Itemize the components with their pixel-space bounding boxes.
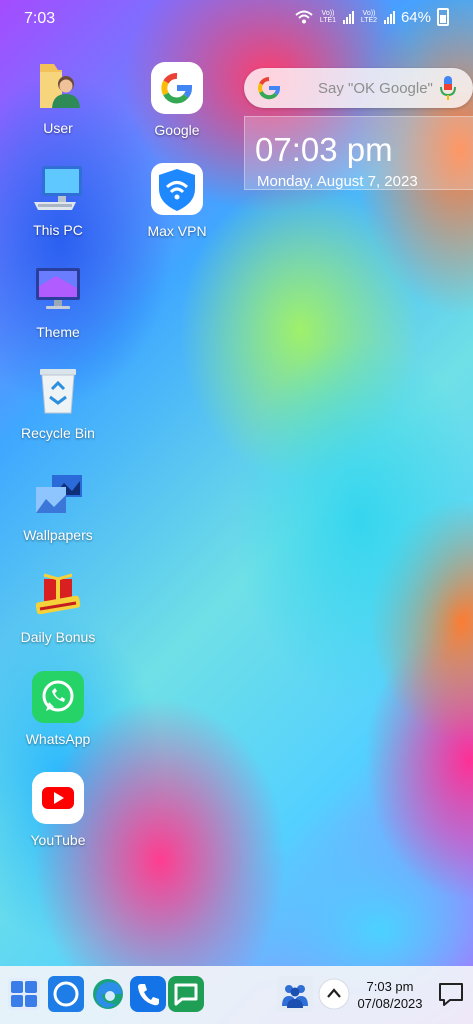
- battery-icon: [437, 8, 449, 26]
- clock-date: Monday, August 7, 2023: [257, 173, 418, 190]
- desktop-icon-label: User: [43, 120, 73, 136]
- desktop-icon-label: Max VPN: [147, 223, 207, 239]
- desktop-icon-wallpapers[interactable]: Wallpapers: [13, 467, 103, 543]
- wallpapers-icon: [32, 467, 84, 519]
- status-time: 7:03: [24, 10, 56, 27]
- people-icon[interactable]: [277, 976, 313, 1012]
- messages-icon[interactable]: [168, 976, 204, 1012]
- sim2-label: Vo)) LTE2: [360, 10, 378, 24]
- taskbar-date: 07/08/2023: [357, 996, 423, 1011]
- google-icon: [151, 62, 203, 114]
- phone-icon[interactable]: [130, 976, 166, 1012]
- taskbar: 7:03 pm 07/08/2023: [0, 966, 473, 1024]
- desktop-icon-label: This PC: [33, 222, 83, 238]
- desktop-icon-recycle-bin[interactable]: Recycle Bin: [13, 365, 103, 441]
- desktop-icon-label: YouTube: [30, 832, 86, 848]
- theme-icon: [32, 264, 84, 316]
- max-vpn-icon: [151, 163, 203, 215]
- desktop-icon-youtube[interactable]: YouTube: [13, 772, 103, 848]
- desktop-icon-label: Wallpapers: [23, 527, 93, 543]
- status-icons: Vo)) LTE1 Vo)) LTE2 64%: [295, 8, 449, 26]
- daily-bonus-icon: [32, 569, 84, 621]
- desktop-icon-this-pc[interactable]: This PC: [13, 162, 103, 238]
- desktop-icon-google[interactable]: Google: [132, 62, 222, 138]
- sim1-label: Vo)) LTE1: [319, 10, 337, 24]
- desktop-icon-user[interactable]: User: [13, 60, 103, 136]
- google-icon: [258, 77, 280, 100]
- status-bar: 7:03 Vo)) LTE1 Vo)) LTE2 64%: [0, 0, 473, 38]
- youtube-icon: [32, 772, 84, 824]
- start-icon[interactable]: [6, 976, 42, 1012]
- taskbar-clock[interactable]: 7:03 pm 07/08/2023: [350, 978, 430, 1012]
- whatsapp-icon: [32, 671, 84, 723]
- desktop-icon-label: Theme: [36, 324, 80, 340]
- wifi-icon: [295, 10, 313, 24]
- chevron-up-icon[interactable]: [318, 978, 350, 1010]
- desktop-icon-label: Google: [154, 122, 200, 138]
- notification-icon[interactable]: [436, 979, 466, 1009]
- desktop-icon-label: Daily Bonus: [20, 629, 96, 645]
- cortana-icon[interactable]: [48, 976, 84, 1012]
- taskbar-time: 7:03 pm: [366, 979, 414, 994]
- user-folder-icon: [32, 60, 84, 112]
- battery-percent: 64%: [400, 8, 431, 26]
- desktop-icon-label: WhatsApp: [25, 731, 91, 747]
- desktop-icon-label: Recycle Bin: [21, 425, 95, 441]
- clock-time: 07:03 pm: [255, 131, 393, 168]
- desktop-icon-theme[interactable]: Theme: [13, 264, 103, 340]
- desktop-icon-daily-bonus[interactable]: Daily Bonus: [13, 569, 103, 645]
- clock-widget[interactable]: 07:03 pm Monday, August 7, 2023: [244, 116, 473, 190]
- desktop-icon-whatsapp[interactable]: WhatsApp: [13, 671, 103, 747]
- signal-icon: [342, 10, 354, 24]
- recycle-bin-icon: [32, 365, 84, 417]
- mic-icon[interactable]: [440, 74, 456, 102]
- edge-icon[interactable]: [90, 976, 126, 1012]
- search-placeholder: Say "OK Google": [318, 80, 433, 97]
- signal-icon: [383, 10, 395, 24]
- computer-icon: [32, 162, 84, 214]
- google-search-widget[interactable]: Say "OK Google": [244, 68, 473, 108]
- desktop-icon-max-vpn[interactable]: Max VPN: [132, 163, 222, 239]
